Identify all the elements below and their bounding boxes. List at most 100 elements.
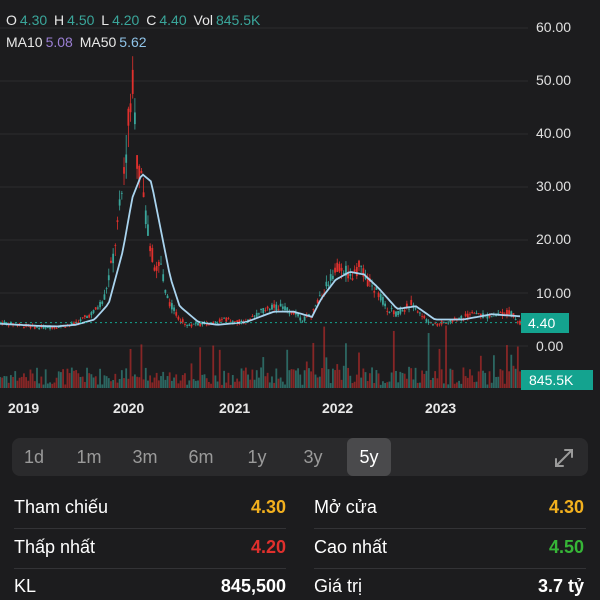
- volume-bar: [190, 363, 193, 388]
- volume-bar: [377, 373, 380, 388]
- volume-bar: [264, 376, 267, 388]
- candle-body: [258, 313, 260, 315]
- volume-bar: [403, 373, 406, 388]
- volume-bar: [223, 370, 226, 388]
- candle-body: [275, 304, 278, 311]
- candle-body: [277, 308, 280, 310]
- candle-body: [197, 323, 199, 326]
- volume-bar: [201, 374, 204, 388]
- candle-body: [207, 324, 210, 326]
- ref-value: 4.30: [250, 497, 286, 517]
- current-price-tag: 4.40: [521, 313, 569, 333]
- candle-body: [516, 321, 519, 323]
- volume-bar: [308, 368, 310, 388]
- candle-body: [508, 310, 511, 315]
- candle-body: [103, 294, 106, 300]
- volume-bar: [7, 382, 10, 388]
- volume-bar: [170, 380, 173, 388]
- volume-bar: [192, 379, 195, 388]
- volume-bar: [205, 378, 208, 388]
- volume-bar: [203, 374, 206, 388]
- volume-bar: [456, 382, 458, 388]
- volume-bar: [23, 373, 25, 388]
- volume-bar: [64, 384, 67, 388]
- candle-body: [312, 309, 315, 311]
- candle-body: [127, 108, 130, 126]
- volume-bar: [484, 372, 487, 388]
- tab-1y[interactable]: 1y: [235, 438, 279, 476]
- y-tick-0: 0.00: [536, 338, 564, 354]
- volume-bar: [449, 368, 452, 388]
- volume-bar: [101, 384, 104, 388]
- candle-body: [166, 295, 169, 299]
- candle-body: [355, 266, 358, 277]
- candle-body: [499, 312, 502, 314]
- candle-body: [231, 321, 234, 323]
- candle-body: [334, 267, 336, 273]
- x-tick-2019: 2019: [8, 400, 40, 416]
- volume-bar: [49, 382, 51, 388]
- tab-6m[interactable]: 6m: [179, 438, 223, 476]
- tab-3y[interactable]: 3y: [291, 438, 335, 476]
- candle-body: [160, 263, 162, 265]
- candle-body: [118, 199, 121, 206]
- volume-bar: [438, 348, 441, 388]
- volume-bar: [382, 381, 384, 388]
- candle-body: [188, 324, 191, 326]
- high-price-label: Cao nhất: [314, 537, 388, 557]
- volume-bar: [29, 369, 32, 388]
- tab-1m[interactable]: 1m: [67, 438, 111, 476]
- candle-body: [79, 319, 82, 322]
- tab-5y[interactable]: 5y: [347, 438, 391, 476]
- volume-bar: [244, 367, 247, 388]
- volume-bar: [340, 379, 343, 388]
- expand-arrows-icon[interactable]: [552, 446, 576, 470]
- tab-1d[interactable]: 1d: [12, 438, 56, 476]
- candle-body: [273, 304, 276, 308]
- volume-label: KL: [14, 576, 37, 596]
- candle-body: [260, 308, 262, 310]
- volume-bar: [453, 383, 456, 388]
- candle-body: [114, 245, 117, 246]
- volume-bar: [347, 367, 350, 388]
- candle-body: [395, 311, 397, 317]
- candle-body: [399, 309, 402, 314]
- volume-bar: [329, 383, 332, 388]
- volume-bar: [249, 379, 252, 388]
- candle-body: [442, 321, 445, 323]
- volume-bar: [107, 378, 110, 388]
- volume-bar: [18, 377, 21, 388]
- price-chart[interactable]: [0, 0, 600, 440]
- volume-bar: [458, 380, 460, 388]
- volume-bar: [62, 369, 64, 388]
- volume-bar: [460, 383, 463, 388]
- volume-bar: [83, 381, 86, 388]
- volume-bar: [138, 377, 141, 388]
- candle-body: [155, 266, 158, 271]
- candle-body: [397, 310, 400, 316]
- candle-body: [432, 324, 434, 326]
- candle-body: [190, 324, 193, 327]
- volume-bar: [323, 326, 326, 388]
- volume-bar: [160, 376, 162, 388]
- candle-body: [299, 317, 302, 321]
- volume-bar: [38, 383, 41, 388]
- volume-bar: [57, 371, 60, 388]
- candle-body: [133, 112, 136, 125]
- volume-bar: [227, 372, 230, 388]
- volume-bar: [466, 377, 469, 388]
- candle-body: [281, 306, 284, 309]
- volume-bar: [127, 378, 130, 388]
- volume-bar: [375, 370, 378, 388]
- volume-bar: [210, 383, 212, 388]
- volume-bar: [97, 384, 99, 388]
- volume-bar: [469, 369, 471, 388]
- candle-body: [120, 192, 123, 194]
- candle-body: [416, 311, 419, 313]
- volume-bar: [501, 370, 504, 388]
- tab-3m[interactable]: 3m: [123, 438, 167, 476]
- volume-bar: [508, 371, 511, 388]
- candle-body: [425, 319, 428, 322]
- volume-bar: [286, 349, 289, 388]
- volume-bar: [166, 376, 169, 388]
